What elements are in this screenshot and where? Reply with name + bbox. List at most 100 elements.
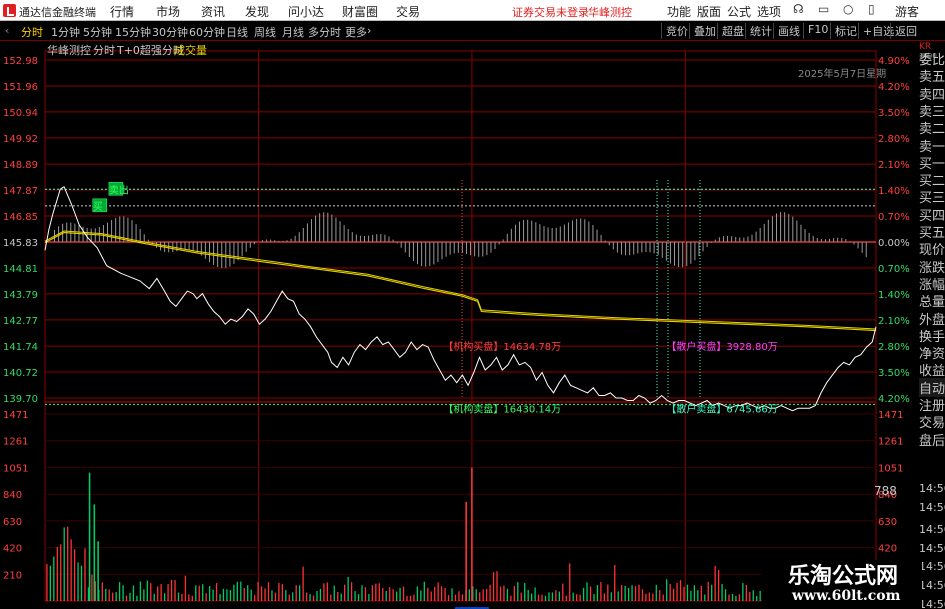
volume-tick-label: 1471: [3, 410, 28, 421]
signal-annotation: 卖出: [109, 183, 129, 196]
quote-row-label[interactable]: 买四: [919, 205, 945, 224]
tick-time: 14:56: [919, 541, 945, 555]
tab-daily[interactable]: 日线: [226, 24, 248, 40]
stats-button[interactable]: 统计: [745, 23, 772, 39]
quote-row-label[interactable]: 交易: [919, 412, 945, 431]
tick-highlight: 788: [874, 484, 897, 498]
tab-5min[interactable]: 5分钟: [83, 24, 112, 40]
quote-row-label[interactable]: 买二: [919, 170, 945, 189]
quote-row-label[interactable]: 买一: [919, 153, 945, 172]
quote-row-label[interactable]: 卖四: [919, 84, 945, 103]
pct-tick-label: 0.00%: [878, 238, 910, 249]
chat-icon[interactable]: ○: [843, 2, 853, 16]
quote-row-label[interactable]: 卖一: [919, 136, 945, 155]
chart-volume-label: 成交量: [174, 44, 207, 57]
volume-tick-label: 840: [3, 490, 22, 501]
pct-tick-label: 4.20%: [878, 82, 910, 93]
pct-tick-label: 2.80%: [878, 342, 910, 353]
price-tick-label: 145.83: [3, 238, 38, 249]
quote-row-label[interactable]: 买三: [919, 187, 945, 206]
guest-label[interactable]: 游客: [895, 3, 919, 20]
tdx-logo-icon: [3, 4, 16, 17]
scroll-left-icon[interactable]: ‹: [5, 24, 9, 37]
f10-button[interactable]: F10: [803, 23, 828, 39]
stock-name-title: 华峰测控: [588, 6, 632, 19]
back-button[interactable]: 返回: [890, 23, 917, 39]
price-tick-label: 152.98: [3, 56, 38, 67]
price-tick-label: 150.94: [3, 108, 38, 119]
tab-intraday[interactable]: 分时: [21, 24, 43, 40]
price-tick-label: 144.81: [3, 264, 38, 275]
avg-price-line: [44, 232, 877, 332]
tab-multi-intraday[interactable]: 多分时: [308, 24, 341, 40]
quote-row-label[interactable]: 外盘: [919, 309, 945, 328]
pct-tick-label: 3.50%: [878, 368, 910, 379]
menu-news[interactable]: 资讯: [201, 3, 225, 20]
quote-row-label[interactable]: 注册: [919, 395, 945, 414]
menu-ask[interactable]: 问小达: [288, 3, 324, 20]
volume-tick-label: 420: [3, 544, 22, 555]
quote-row-label[interactable]: 买五: [919, 222, 945, 241]
quote-row-label[interactable]: 现价: [919, 239, 945, 258]
watermark: 乐淘公式网 www.60lt.com: [762, 560, 922, 609]
chevron-right-icon[interactable]: ›: [367, 24, 371, 37]
intraday-chart[interactable]: 152.98 4.90%151.96 4.20%150.94 3.50%149.92 2…: [0, 41, 917, 609]
quote-row-label[interactable]: 涨幅: [919, 274, 945, 293]
pct-tick-label: 4.20%: [878, 394, 910, 405]
tab-1min[interactable]: 1分钟: [51, 24, 80, 40]
quote-row-label[interactable]: 卖三: [919, 101, 945, 120]
tick-time: 14:56: [919, 523, 945, 537]
menu-quotes[interactable]: 行情: [110, 3, 134, 20]
menu-layout[interactable]: 版面: [697, 3, 721, 20]
menu-formula[interactable]: 公式: [727, 3, 751, 20]
login-status[interactable]: 证券交易未登录: [512, 4, 589, 20]
chart-stock-name: 华峰测控: [47, 44, 91, 57]
quote-row-label[interactable]: 自动: [919, 377, 945, 397]
quote-row-label[interactable]: 盘后: [919, 430, 945, 449]
watermark-url: www.60lt.com: [792, 588, 901, 604]
quote-row-label[interactable]: 卖五: [919, 66, 945, 85]
quote-row-label[interactable]: 净资: [919, 343, 945, 362]
phone-icon[interactable]: ▯: [868, 2, 875, 16]
menu-market[interactable]: 市场: [156, 3, 180, 20]
avg-upper-line: [44, 230, 877, 330]
right-quote-panel: KR 1000 委比 卖五 卖四 卖三 卖二 卖一 买一 买二 买三 买四 买五 现价 涨跌 涨幅 总量 外盘…: [917, 41, 945, 609]
menu-discover[interactable]: 发现: [245, 3, 269, 20]
volume-tick-label-right: 1261: [878, 437, 903, 448]
quote-row-label[interactable]: 委比: [919, 49, 945, 68]
price-tick-label: 149.92: [3, 134, 38, 145]
tab-weekly[interactable]: 周线: [254, 24, 276, 40]
tab-monthly[interactable]: 月线: [282, 24, 304, 40]
quote-row-label[interactable]: 总量: [919, 291, 945, 310]
add-watchlist-button[interactable]: +自选: [858, 23, 894, 39]
message-icon[interactable]: ▭: [818, 2, 829, 16]
tab-30min[interactable]: 30分钟: [152, 24, 188, 40]
quote-row-label[interactable]: 收益: [919, 360, 945, 379]
price-line: [44, 185, 877, 412]
tick-time: 14:56: [919, 597, 945, 609]
menu-trade[interactable]: 交易: [396, 3, 420, 20]
menu-wealth[interactable]: 财富圈: [342, 3, 378, 20]
draw-line-button[interactable]: 画线: [773, 23, 800, 39]
volume-tick-label-right: 630: [878, 517, 897, 528]
menu-function[interactable]: 功能: [667, 3, 691, 20]
headset-icon[interactable]: ☊: [793, 2, 804, 16]
mark-button[interactable]: 标记: [830, 23, 857, 39]
price-tick-label: 141.74: [3, 342, 38, 353]
overlay-button[interactable]: 叠加: [689, 23, 716, 39]
tab-15min[interactable]: 15分钟: [115, 24, 151, 40]
price-tick-label: 142.77: [3, 316, 38, 327]
quote-row-label[interactable]: 换手: [919, 326, 945, 345]
super-button[interactable]: 超盘: [717, 23, 744, 39]
price-tick-label: 140.72: [3, 368, 38, 379]
pct-tick-label: 1.40%: [878, 186, 910, 197]
app-name: 通达信金融终端: [19, 6, 96, 19]
quote-row-label[interactable]: 卖二: [919, 118, 945, 137]
menu-options[interactable]: 选项: [757, 3, 781, 20]
volume-tick-label: 1261: [3, 437, 28, 448]
quote-row-label[interactable]: 涨跌: [919, 257, 945, 276]
auction-button[interactable]: 竞价: [661, 23, 688, 39]
tab-more[interactable]: 更多: [345, 24, 367, 40]
signal-annotation: 【散户买盘】3928.80万: [666, 340, 777, 353]
tab-60min[interactable]: 60分钟: [189, 24, 225, 40]
